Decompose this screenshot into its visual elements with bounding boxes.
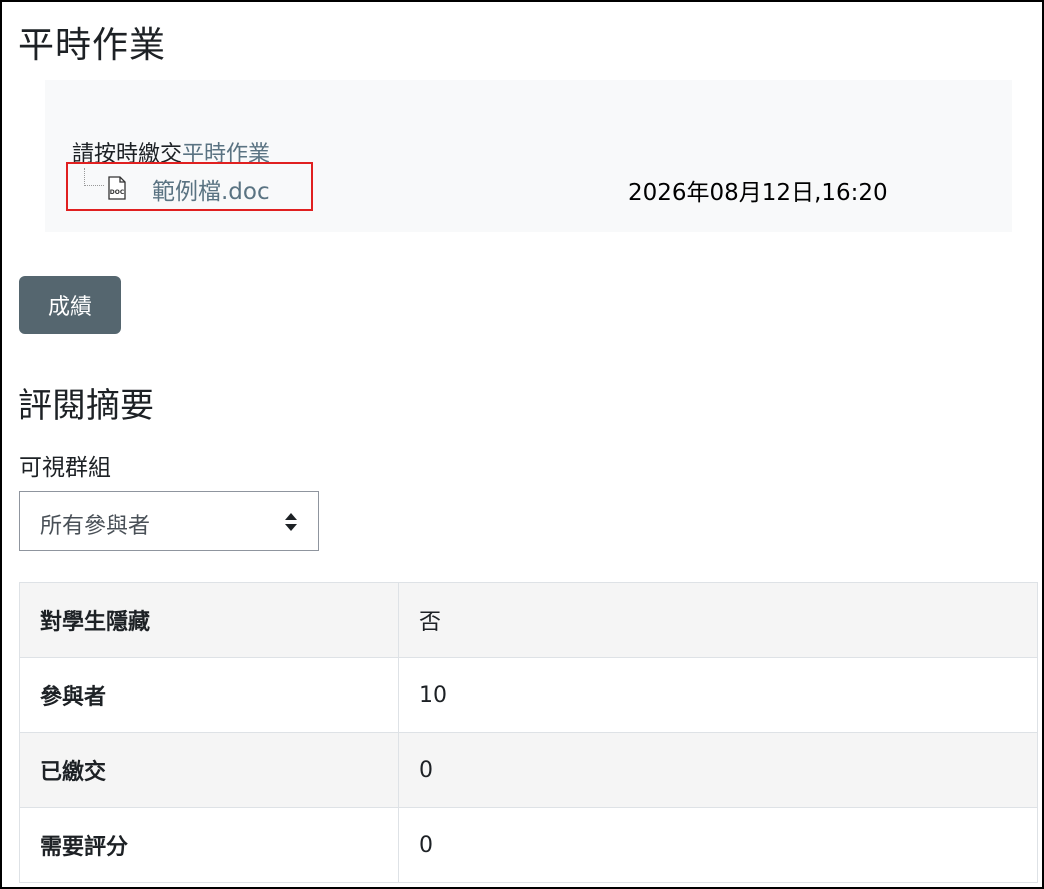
row-label: 需要評分 — [19, 807, 399, 883]
table-row: 需要評分 0 — [19, 807, 1038, 883]
row-label: 對學生隱藏 — [19, 582, 399, 658]
page-title: 平時作業 — [18, 25, 167, 66]
row-value: 0 — [398, 807, 1038, 883]
grade-button[interactable]: 成績 — [19, 276, 121, 334]
summary-table: 對學生隱藏 否 參與者 10 已繳交 0 需要評分 0 — [19, 582, 1038, 883]
row-label: 參與者 — [19, 657, 399, 733]
table-row: 已繳交 0 — [19, 732, 1038, 808]
group-label: 可視群組 — [19, 455, 111, 481]
row-value: 否 — [398, 582, 1038, 658]
group-select-value: 所有參與者 — [40, 514, 151, 539]
table-row: 對學生隱藏 否 — [19, 582, 1038, 658]
table-row: 參與者 10 — [19, 657, 1038, 733]
file-highlight-box — [66, 162, 313, 211]
row-value: 0 — [398, 732, 1038, 808]
summary-title: 評閱摘要 — [18, 386, 154, 426]
group-select[interactable]: 所有參與者 — [19, 491, 319, 551]
row-label: 已繳交 — [19, 732, 399, 808]
row-value: 10 — [398, 657, 1038, 733]
page-frame: 平時作業 請按時繳交平時作業 DOC 範例檔.doc 2026年08月12日,1… — [0, 0, 1044, 889]
file-date: 2026年08月12日,16:20 — [628, 180, 888, 206]
sort-arrows-icon — [285, 513, 297, 531]
